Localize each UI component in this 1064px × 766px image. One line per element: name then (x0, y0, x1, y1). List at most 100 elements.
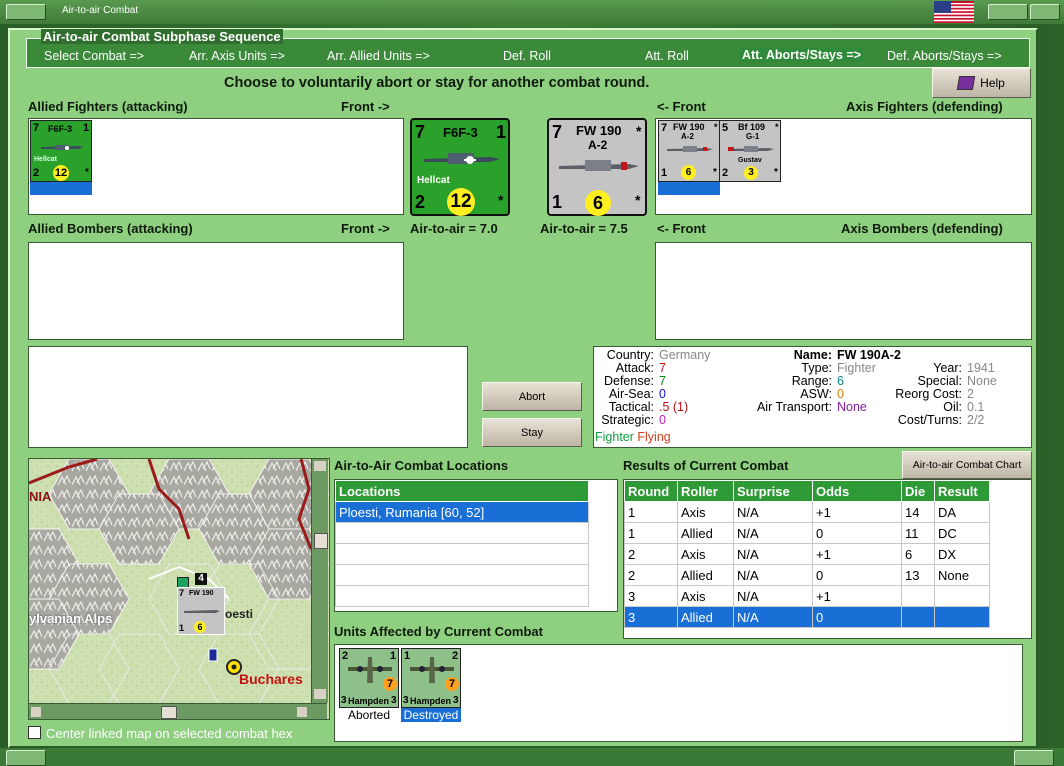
results-row[interactable]: 1 Axis N/A +1 14 DA (624, 501, 990, 523)
map-scroll-down-button[interactable] (314, 689, 326, 699)
map-counter-name: FW 190 (189, 590, 214, 597)
cell-die: 11 (901, 522, 935, 544)
cell-result (934, 606, 990, 628)
info-defense-value: 7 (659, 374, 666, 388)
big-range: 1 (496, 122, 507, 142)
locations-list[interactable]: Locations Ploesti, Rumania [60, 52] (334, 479, 618, 612)
axis-s1-defense: 1 (661, 167, 668, 179)
abort-button[interactable]: Abort (482, 382, 582, 411)
results-row[interactable]: 2 Axis N/A +1 6 DX (624, 543, 990, 565)
cell-result: DA (934, 501, 990, 523)
axis-counter-selection (658, 182, 720, 195)
cell-roller: Axis (677, 585, 734, 607)
linked-map[interactable]: NIA ylvanian Alps oesti Buchares 4 7 FW … (28, 458, 330, 720)
location-row-empty[interactable] (335, 543, 589, 565)
stay-button[interactable]: Stay (482, 418, 582, 447)
axis-big-star-top: * (636, 123, 642, 139)
results-row[interactable]: 2 Allied N/A 0 13 None (624, 564, 990, 586)
results-row[interactable]: 3 Axis N/A +1 (624, 585, 990, 607)
aff1-bl: 3 (403, 695, 409, 706)
affected-status-0: Aborted (347, 708, 391, 722)
cell-surprise: N/A (733, 585, 813, 607)
axis-s1-name2: A-2 (681, 132, 694, 141)
axis-a2a-label: Air-to-air = 7.5 (540, 221, 628, 236)
axis-small-counter-fw190[interactable]: 7 FW 190 A-2 * 1 6 * (658, 120, 720, 182)
axis-s1-star-top: * (714, 122, 718, 132)
info-strategic-key: Strategic: (601, 413, 654, 427)
counter-attack: 7 (33, 122, 40, 134)
map-vscrollbar[interactable] (311, 459, 328, 703)
location-row-empty[interactable] (335, 522, 589, 544)
results-header-surprise: Surprise (733, 480, 813, 502)
big-attack: 7 (415, 122, 426, 142)
counter-defense: 2 (33, 167, 40, 179)
message-box (28, 346, 468, 448)
close-button[interactable] (1030, 4, 1060, 20)
affected-unit-1[interactable]: 1 2 7 3 Hampden 3 (401, 648, 461, 708)
results-row-selected[interactable]: 3 Allied N/A 0 (624, 606, 990, 628)
info-tactical-value: .5 (1) (659, 400, 689, 414)
window-right-frame (1048, 24, 1064, 766)
location-row-empty[interactable] (335, 564, 589, 586)
affected-unit-0[interactable]: 2 1 7 3 Hampden 3 (339, 648, 399, 708)
map-hscrollbar[interactable] (29, 703, 327, 719)
hellcat-plane-icon (39, 141, 85, 153)
cell-die (901, 585, 935, 607)
map-hscroll-thumb[interactable] (161, 706, 177, 719)
step-def-aborts: Def. Aborts/Stays => (887, 49, 1002, 63)
allied-bombers-box[interactable] (28, 242, 404, 340)
us-flag-icon (934, 1, 974, 23)
axis-bombers-box[interactable] (655, 242, 1032, 340)
fw190-small-icon (665, 143, 715, 155)
axis-small-counter-bf109[interactable]: 5 Bf 109 G-1 * Gustav 2 3 * (719, 120, 781, 182)
cell-odds: +1 (812, 543, 902, 565)
info-cost-key: Cost/Turns: (897, 413, 962, 427)
info-role-flying: Flying (637, 430, 671, 444)
locations-table: Locations Ploesti, Rumania [60, 52] (335, 480, 589, 607)
axis-fighters-label: Axis Fighters (defending) (846, 99, 1003, 114)
results-row[interactable]: 1 Allied N/A 0 11 DC (624, 522, 990, 544)
combat-chart-button[interactable]: Air-to-air Combat Chart (902, 451, 1032, 479)
step-att-roll: Att. Roll (645, 49, 689, 63)
results-header-result: Result (934, 480, 990, 502)
center-map-checkbox[interactable] (28, 726, 41, 739)
axis-big-defense: 1 (552, 192, 563, 212)
cell-round: 2 (624, 564, 678, 586)
counter-a2a: 12 (53, 165, 69, 181)
axis-s2-star: * (774, 167, 778, 178)
map-scroll-left-button[interactable] (31, 707, 41, 717)
window-bottom-frame (0, 748, 1064, 766)
allied-a2a-label: Air-to-air = 7.0 (410, 221, 498, 236)
map-counter-plane-icon (182, 604, 222, 614)
axis-bombers-label: Axis Bombers (defending) (841, 221, 1003, 236)
location-row-empty[interactable] (335, 585, 589, 607)
cell-surprise: N/A (733, 501, 813, 523)
results-header-roller: Roller (677, 480, 734, 502)
map-stack-count: 4 (195, 573, 207, 585)
axis-big-a2a: 6 (585, 190, 611, 216)
affected-title: Units Affected by Current Combat (334, 624, 543, 639)
allied-small-counter[interactable]: 7 F6F-3 1 Hellcat 2 12 * (30, 120, 92, 182)
cell-surprise: N/A (733, 543, 813, 565)
map-unit-counter[interactable]: 7 FW 190 1 6 (177, 587, 225, 635)
map-vscroll-thumb[interactable] (314, 533, 328, 549)
location-row-0[interactable]: Ploesti, Rumania [60, 52] (335, 501, 589, 523)
maximize-button[interactable] (988, 4, 1028, 20)
map-counter-attack: 7 (179, 588, 185, 598)
cell-surprise: N/A (733, 606, 813, 628)
info-role-fighter: Fighter (595, 430, 634, 444)
help-button[interactable]: Help (932, 68, 1031, 98)
map-scroll-right-button[interactable] (297, 707, 307, 717)
cell-roller: Allied (677, 606, 734, 628)
axis-big-counter: 7 FW 190 A-2 * 1 6 * (547, 118, 647, 216)
system-menu-button[interactable] (6, 4, 46, 20)
cell-result: None (934, 564, 990, 586)
subphase-sequence: Air-to-air Combat Subphase Sequence Sele… (26, 29, 1030, 68)
map-counter-a2a: 6 (194, 621, 206, 633)
axis-s2-nick: Gustav (738, 157, 762, 164)
map-label-rumania: NIA (29, 489, 52, 504)
axis-s2-a2a: 3 (744, 166, 758, 180)
cell-round: 1 (624, 522, 678, 544)
axis-s2-star-top: * (775, 122, 779, 132)
map-scroll-up-button[interactable] (314, 461, 326, 471)
